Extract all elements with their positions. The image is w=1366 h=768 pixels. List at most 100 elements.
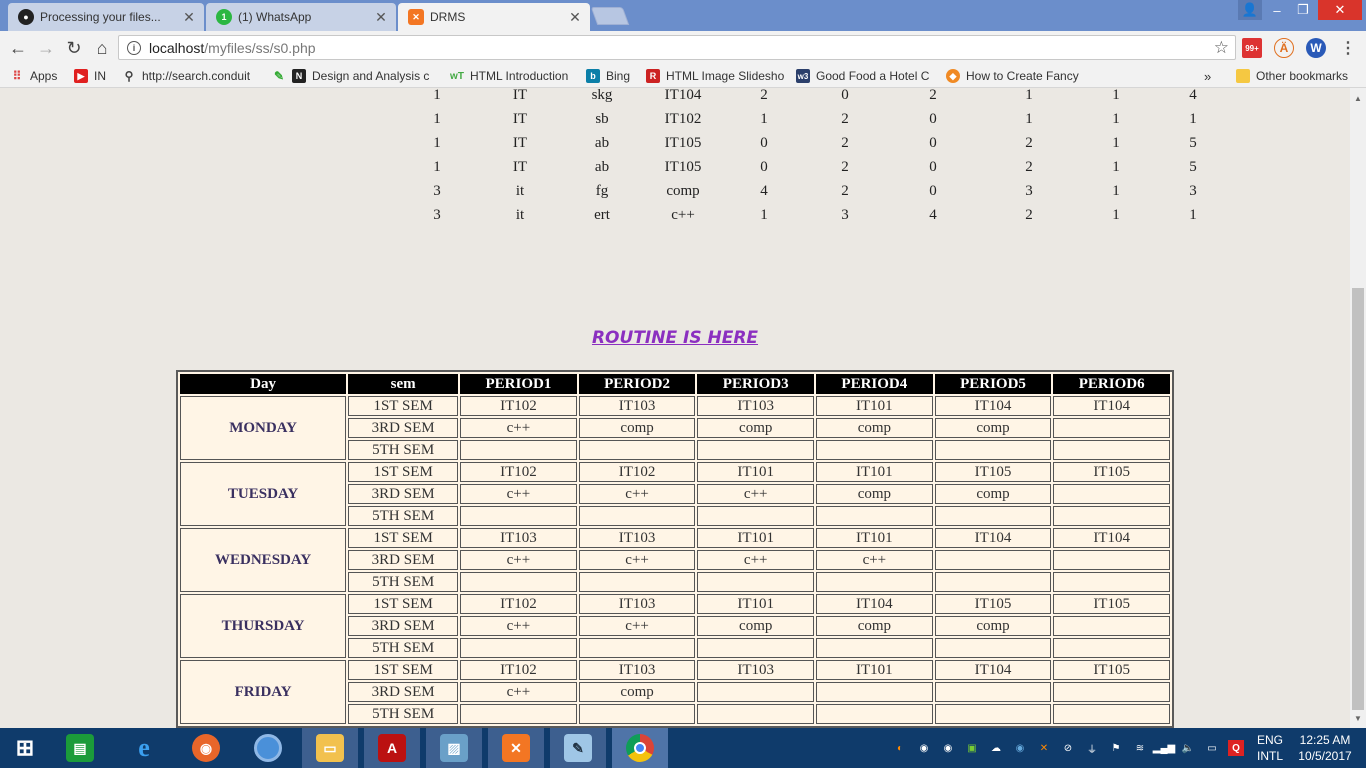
table-cell: 1 [760,206,768,223]
extension-w-icon[interactable]: W [1306,38,1326,58]
bookmark-good-food[interactable]: w3 Good Food a Hotel C [796,68,929,84]
new-tab-button[interactable] [590,7,630,25]
period-cell: IT102 [460,594,577,614]
tray-nvidia-icon[interactable]: ▣ [964,740,980,756]
period-cell [1053,418,1170,438]
home-icon[interactable]: ⌂ [90,36,114,60]
tray-onedrive-icon[interactable]: ☁ [988,740,1004,756]
menu-dots-icon[interactable]: ⋮ [1338,38,1358,58]
period-cell [934,704,1052,724]
tray-volume-icon[interactable]: 🔈 [1180,740,1196,756]
close-window-button[interactable]: ✕ [1318,0,1362,20]
pdf-icon: R [646,69,660,83]
scroll-up-icon[interactable]: ▲ [1350,90,1366,106]
period-cell [697,440,815,460]
forward-arrow-icon[interactable]: → [34,36,58,60]
tab-processing-files[interactable]: ● Processing your files... ✕ [8,3,204,31]
info-icon[interactable]: i [127,40,141,55]
taskbar-chrome-canary[interactable] [240,728,296,768]
vertical-scrollbar[interactable]: ▲ ▼ [1350,88,1366,728]
tray-q-icon[interactable]: Q [1228,740,1244,756]
minimize-button[interactable]: – [1266,0,1288,20]
tab-drms[interactable]: ✕ DRMS ✕ [398,3,590,31]
taskbar-acrobat[interactable]: A [364,728,420,768]
other-bookmarks[interactable]: Other bookmarks [1236,68,1348,84]
period-cell: comp [697,418,815,438]
bookmark-html-slideshow[interactable]: R HTML Image Slidesho [646,68,784,84]
table-cell: 1 [1189,110,1197,127]
taskbar-notepad[interactable]: ✎ [550,728,606,768]
maximize-button[interactable]: ❐ [1292,0,1314,20]
language-indicator[interactable]: ENG INTL [1252,732,1288,764]
period-cell [1053,616,1170,636]
table-cell: 0 [929,158,937,175]
taskbar-chrome[interactable] [612,728,668,768]
taskbar-firefox[interactable]: ◉ [178,728,234,768]
bookmark-html-intro[interactable]: wT HTML Introduction [450,68,568,84]
user-profile-icon[interactable]: 👤 [1238,0,1262,20]
period-cell: comp [578,418,696,438]
file-explorer-icon: ▭ [316,734,344,762]
tray-app-icon[interactable]: ◐ [892,740,908,756]
tray-wifi-icon[interactable]: ≋ [1132,740,1148,756]
table-cell: 4 [1189,88,1197,103]
sem-cell: 3RD SEM [348,682,459,702]
table-cell: 2 [1025,206,1033,223]
tray-canary-icon[interactable]: ◉ [1012,740,1028,756]
table-cell: 3 [433,182,441,199]
tray-flag-icon[interactable]: ⚑ [1108,740,1124,756]
bookmark-apps[interactable]: ⠿ Apps [10,68,58,84]
tab-whatsapp[interactable]: 1 (1) WhatsApp ✕ [206,3,396,31]
tray-signal-icon[interactable]: ▂▄▆ [1153,740,1175,756]
reload-icon[interactable]: ↻ [62,36,86,60]
period-cell: IT101 [697,528,815,548]
tray-xampp-icon[interactable]: ✕ [1036,740,1052,756]
table-cell: 4 [929,206,937,223]
taskbar-xampp[interactable]: ✕ [488,728,544,768]
table-cell: IT105 [664,158,702,175]
bookmark-design-analysis[interactable]: ✎ N Design and Analysis c [272,68,429,84]
table-cell: 0 [929,110,937,127]
back-arrow-icon[interactable]: ← [6,36,30,60]
tray-battery-icon[interactable]: ▭ [1204,740,1220,756]
scrollbar-thumb[interactable] [1352,288,1364,710]
bookmarks-overflow-button[interactable]: » [1204,68,1211,84]
period-cell [934,682,1052,702]
table-cell: ert [594,206,610,223]
bookmark-fancy[interactable]: ◆ How to Create Fancy [946,68,1079,84]
bookmark-in[interactable]: ▶ IN [74,68,106,84]
taskbar-internet-explorer[interactable]: e [116,728,172,768]
column-header: PERIOD5 [934,374,1052,394]
bookmark-label: HTML Introduction [470,69,569,83]
bookmark-bing[interactable]: b Bing [586,68,630,84]
clock[interactable]: 12:25 AM 10/5/2017 [1294,732,1356,764]
close-icon[interactable]: ✕ [374,9,388,26]
table-cell: 2 [841,110,849,127]
table-cell: IT105 [664,134,702,151]
start-button[interactable]: ⊞ [0,728,50,768]
taskbar-photos[interactable]: ▨ [426,728,482,768]
tray-chrome-icon[interactable]: ◉ [940,740,956,756]
bookmark-conduit[interactable]: ⚲ http://search.conduit [122,68,250,84]
taskbar-store[interactable]: ▤ [52,728,108,768]
data-table: 1 IT skg IT104 2 0 2 1 1 4 1 IT sb IT102 1 2 0 1 1 1 1 IT ab IT… [395,88,1233,228]
period-cell: IT104 [934,528,1052,548]
scroll-down-icon[interactable]: ▼ [1350,710,1366,726]
table-cell: 2 [1025,158,1033,175]
browser-toolbar: ← → ↻ ⌂ i localhost/myfiles/ss/s0.php ☆ … [0,31,1366,64]
routine-heading: ROUTINE IS HERE [591,328,759,348]
close-icon[interactable]: ✕ [182,9,196,26]
routine-row: THURSDAY 1ST SEM IT102 IT103 IT101 IT104 IT105… [180,594,1170,658]
period-cell: c++ [578,616,696,636]
extension-a-icon[interactable]: Ä [1274,38,1294,58]
period-cell: IT101 [697,462,815,482]
bookmark-star-icon[interactable]: ☆ [1214,38,1229,58]
taskbar-file-explorer[interactable]: ▭ [302,728,358,768]
tray-chrome-icon[interactable]: ◉ [916,740,932,756]
gmail-extension-icon[interactable]: 99+ [1242,38,1262,58]
close-icon[interactable]: ✕ [568,9,582,26]
tray-usb-icon[interactable]: ⏚ [1084,740,1100,756]
address-bar[interactable]: i localhost/myfiles/ss/s0.php ☆ [118,35,1236,60]
table-cell: 0 [929,134,937,151]
tray-network-icon[interactable]: ⊘ [1060,740,1076,756]
